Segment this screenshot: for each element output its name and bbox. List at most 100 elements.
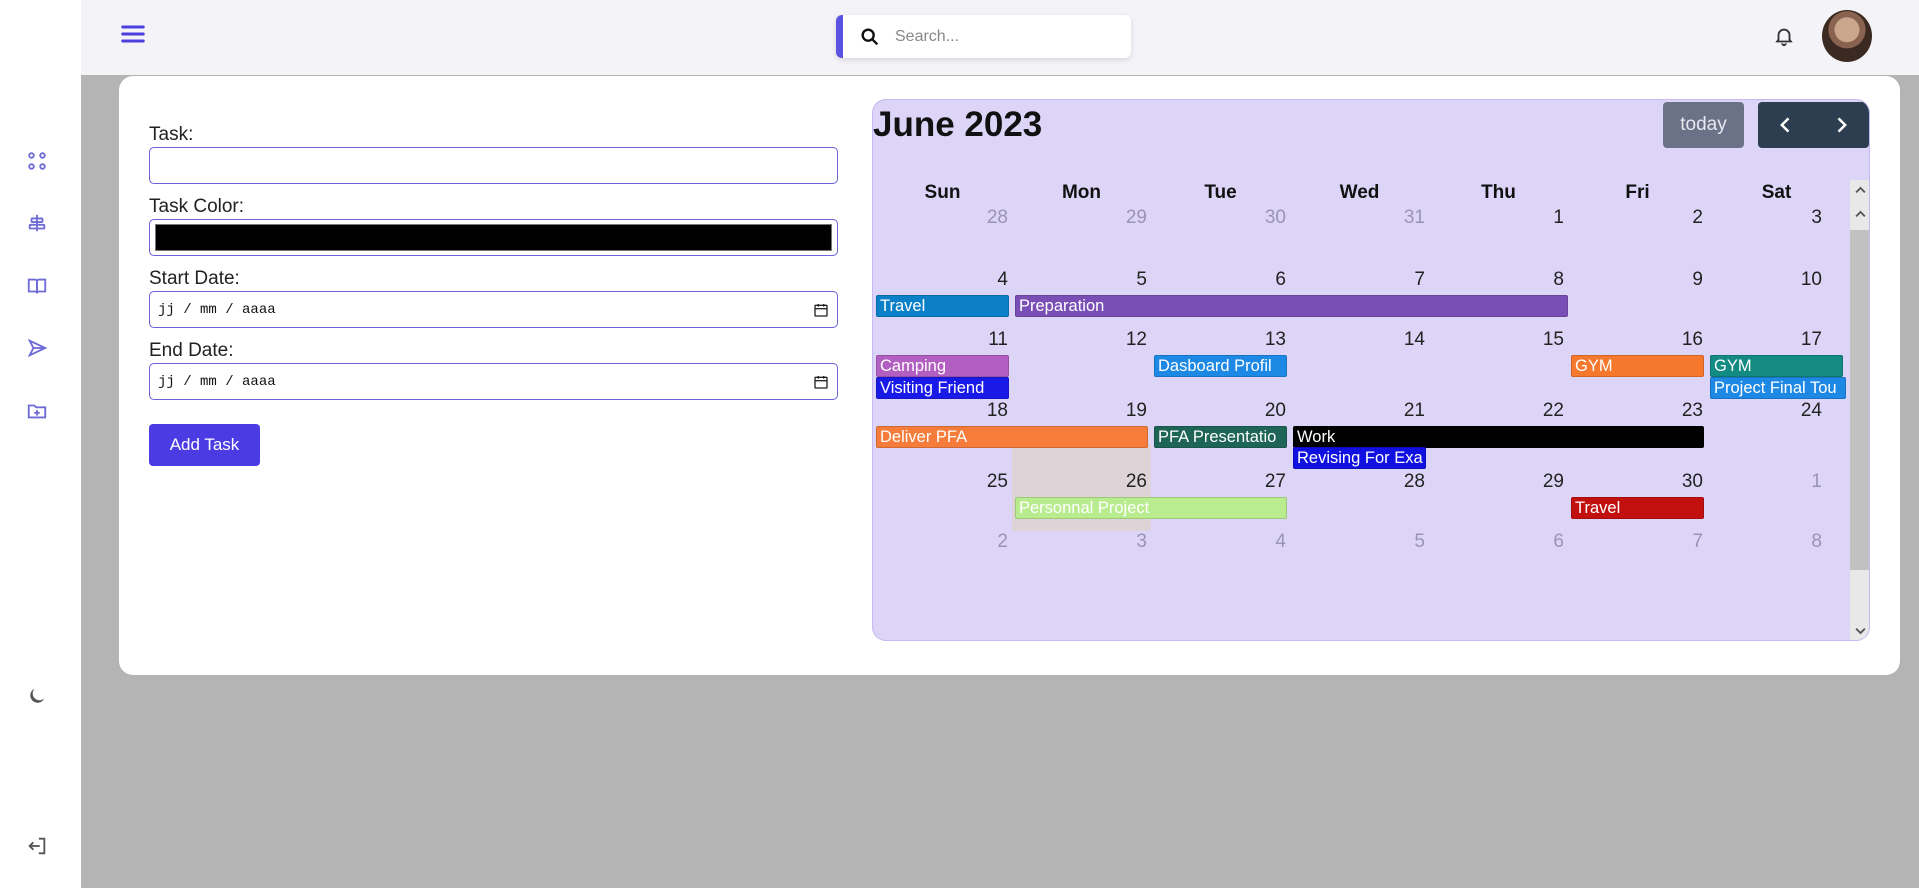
color-swatch xyxy=(155,224,832,251)
day-number[interactable]: 1 xyxy=(1782,471,1822,493)
calendar-event[interactable]: GYM xyxy=(1571,355,1704,377)
book-icon[interactable] xyxy=(22,271,52,301)
task-label: Task: xyxy=(149,124,194,145)
sidebar xyxy=(0,0,81,888)
avatar[interactable] xyxy=(1822,10,1872,62)
day-number[interactable]: 28 xyxy=(1385,471,1425,493)
start-date-label: Start Date: xyxy=(149,268,240,289)
weekday-thu: Thu xyxy=(1481,182,1516,203)
day-number[interactable]: 4 xyxy=(1246,531,1286,553)
calendar-event[interactable]: Visiting Friend xyxy=(876,377,1009,399)
day-number[interactable]: 7 xyxy=(1385,269,1425,291)
day-number[interactable]: 30 xyxy=(1663,471,1703,493)
day-number[interactable]: 27 xyxy=(1246,471,1286,493)
end-date-input[interactable]: jj / mm / aaaa xyxy=(149,363,838,400)
day-number[interactable]: 21 xyxy=(1385,400,1425,422)
calendar-event[interactable]: Preparation xyxy=(1015,295,1568,317)
prev-month-button[interactable] xyxy=(1758,102,1813,148)
day-number[interactable]: 13 xyxy=(1246,329,1286,351)
day-number[interactable]: 8 xyxy=(1782,531,1822,553)
calendar-icon[interactable] xyxy=(813,374,829,390)
end-date-label: End Date: xyxy=(149,340,234,361)
scroll-thumb[interactable] xyxy=(1850,230,1869,570)
chevron-right-icon xyxy=(1837,117,1847,133)
add-task-button[interactable]: Add Task xyxy=(149,424,260,466)
day-number[interactable]: 5 xyxy=(1385,531,1425,553)
scroll-down-icon[interactable] xyxy=(1853,623,1868,638)
day-number[interactable]: 3 xyxy=(1107,531,1147,553)
day-number[interactable]: 31 xyxy=(1385,207,1425,229)
day-number[interactable]: 15 xyxy=(1524,329,1564,351)
day-number[interactable]: 1 xyxy=(1524,207,1564,229)
day-number[interactable]: 2 xyxy=(968,531,1008,553)
day-number[interactable]: 29 xyxy=(1524,471,1564,493)
logout-icon[interactable] xyxy=(22,831,52,861)
day-number[interactable]: 9 xyxy=(1663,269,1703,291)
day-number[interactable]: 23 xyxy=(1663,400,1703,422)
bell-icon[interactable] xyxy=(1773,25,1795,47)
day-number[interactable]: 2 xyxy=(1663,207,1703,229)
day-number[interactable]: 12 xyxy=(1107,329,1147,351)
calendar-event[interactable]: Camping xyxy=(876,355,1009,377)
task-color-picker[interactable] xyxy=(149,219,838,256)
scroll-up-icon[interactable] xyxy=(1853,207,1868,222)
scroll-up-icon[interactable] xyxy=(1853,183,1868,198)
calendar-event[interactable]: Travel xyxy=(1571,497,1704,519)
calendar-event[interactable]: Revising For Exa xyxy=(1293,447,1426,469)
search-input[interactable] xyxy=(895,27,1115,46)
day-number[interactable]: 20 xyxy=(1246,400,1286,422)
day-number[interactable]: 10 xyxy=(1782,269,1822,291)
calendar-event[interactable]: Project Final Tou xyxy=(1710,377,1846,399)
task-input[interactable] xyxy=(149,147,838,184)
day-number[interactable]: 11 xyxy=(968,329,1008,351)
send-icon[interactable] xyxy=(22,333,52,363)
day-number[interactable]: 6 xyxy=(1246,269,1286,291)
start-date-input[interactable]: jj / mm / aaaa xyxy=(149,291,838,328)
day-number[interactable]: 25 xyxy=(968,471,1008,493)
today-button[interactable]: today xyxy=(1663,102,1744,148)
end-date-value: jj / mm / aaaa xyxy=(158,373,276,390)
calendar-event[interactable]: Work xyxy=(1293,426,1704,448)
weekday-tue: Tue xyxy=(1204,182,1237,203)
day-number[interactable]: 28 xyxy=(968,207,1008,229)
task-color-label: Task Color: xyxy=(149,196,245,217)
calendar-event[interactable]: PFA Presentatio xyxy=(1154,426,1287,448)
calendar-event[interactable]: GYM xyxy=(1710,355,1843,377)
dashboard-icon[interactable] xyxy=(22,146,52,176)
scrollbar[interactable] xyxy=(1850,180,1869,640)
day-number[interactable]: 4 xyxy=(968,269,1008,291)
day-number[interactable]: 19 xyxy=(1107,400,1147,422)
day-number[interactable]: 29 xyxy=(1107,207,1147,229)
day-number[interactable]: 30 xyxy=(1246,207,1286,229)
main-card: Task: Task Color: Start Date: jj / mm / … xyxy=(119,76,1900,675)
tasks-icon[interactable] xyxy=(22,208,52,238)
folder-add-icon[interactable] xyxy=(22,396,52,426)
day-number[interactable]: 8 xyxy=(1524,269,1564,291)
weekday-sun: Sun xyxy=(924,182,961,203)
calendar-event[interactable]: Personnal Project xyxy=(1015,497,1287,519)
day-number[interactable]: 3 xyxy=(1782,207,1822,229)
day-number[interactable]: 22 xyxy=(1524,400,1564,422)
day-number[interactable]: 24 xyxy=(1782,400,1822,422)
hamburger-menu-icon[interactable] xyxy=(119,22,147,46)
calendar-event[interactable]: Travel xyxy=(876,295,1009,317)
calendar-icon[interactable] xyxy=(813,302,829,318)
weekday-mon: Mon xyxy=(1061,182,1102,203)
next-month-button[interactable] xyxy=(1813,102,1868,148)
top-bar xyxy=(81,0,1919,75)
day-number[interactable]: 6 xyxy=(1524,531,1564,553)
calendar: June 2023 today Sun Mon Tue Wed Thu Fri Sat 28… xyxy=(872,99,1870,641)
day-number[interactable]: 14 xyxy=(1385,329,1425,351)
day-number[interactable]: 18 xyxy=(968,400,1008,422)
calendar-event[interactable]: Dasboard Profil xyxy=(1154,355,1287,377)
calendar-event[interactable]: Deliver PFA xyxy=(876,426,1148,448)
day-number[interactable]: 17 xyxy=(1782,329,1822,351)
day-number[interactable]: 26 xyxy=(1107,471,1147,493)
day-number[interactable]: 16 xyxy=(1663,329,1703,351)
moon-icon[interactable] xyxy=(22,681,52,711)
weekday-fri: Fri xyxy=(1625,182,1650,203)
weekday-wed: Wed xyxy=(1339,182,1380,203)
day-number[interactable]: 7 xyxy=(1663,531,1703,553)
day-number[interactable]: 5 xyxy=(1107,269,1147,291)
start-date-value: jj / mm / aaaa xyxy=(158,301,276,318)
